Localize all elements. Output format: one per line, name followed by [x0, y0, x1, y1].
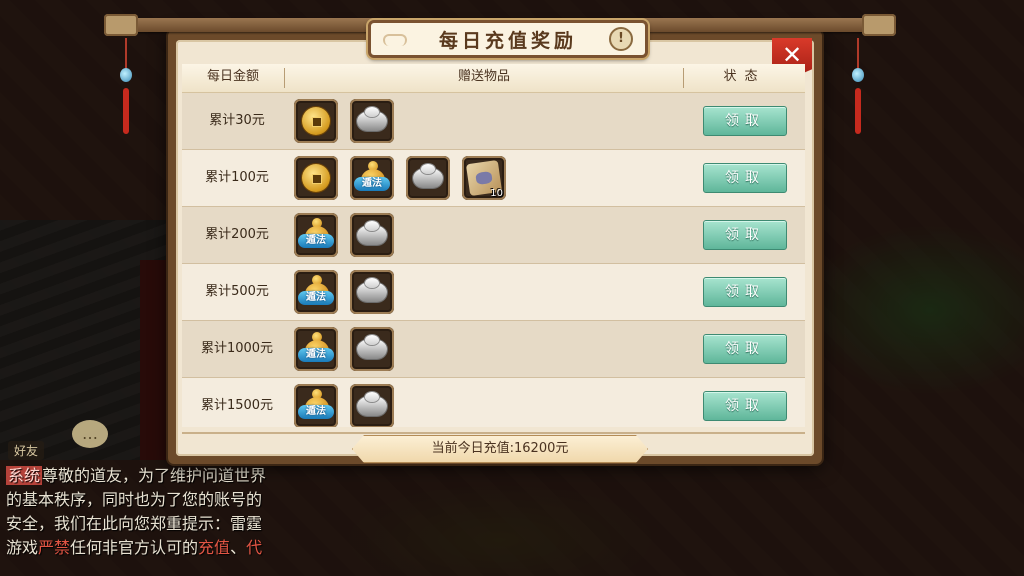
- gourd-label: 遁法: [298, 405, 334, 419]
- claim-button[interactable]: 领取: [703, 106, 787, 136]
- reward-item-gourd[interactable]: 遁法: [350, 156, 394, 200]
- reward-item-gourd[interactable]: 遁法: [294, 213, 338, 257]
- gourd-icon: 遁法: [298, 275, 334, 309]
- footer-divider: [182, 432, 805, 434]
- reward-item-silver[interactable]: [350, 327, 394, 371]
- silver-ingot-icon: [357, 335, 387, 359]
- reward-amount: 累计30元: [209, 113, 265, 128]
- table-header: 每日金额 赠送物品 状态: [182, 64, 805, 93]
- gourd-icon: 遁法: [298, 218, 334, 252]
- beam-end-right: [862, 14, 896, 36]
- reward-item-silver[interactable]: [350, 99, 394, 143]
- dialog-title: 每日充值奖励: [438, 29, 577, 52]
- chat-line-4b: 严禁: [38, 538, 71, 557]
- gourd-icon: 遁法: [298, 332, 334, 366]
- reward-row: 累计500元 遁法 领取: [182, 264, 805, 321]
- reward-items: 遁法: [294, 213, 394, 257]
- claim-button[interactable]: 领取: [703, 334, 787, 364]
- chat-line-1: 尊敬的道友，为了维护问道世界: [42, 466, 267, 485]
- header-gift-items: 赠送物品: [457, 69, 510, 84]
- tassel-right: [852, 38, 864, 138]
- gourd-icon: 遁法: [354, 161, 390, 195]
- reward-items: 遁法: [294, 384, 394, 427]
- reward-row: 累计100元 遁法 10 领取: [182, 150, 805, 207]
- reward-items: 遁法 10: [294, 156, 506, 200]
- gourd-label: 遁法: [354, 177, 390, 191]
- chat-tab-friends[interactable]: 好友: [8, 441, 45, 460]
- reward-items: [294, 99, 394, 143]
- reward-items: 遁法: [294, 327, 394, 371]
- copper-coin-icon: [302, 107, 330, 135]
- chat-line-4c: 任何非官方认可的: [70, 538, 199, 557]
- gourd-label: 遁法: [298, 348, 334, 362]
- reward-item-gourd[interactable]: 遁法: [294, 270, 338, 314]
- reward-item-silver[interactable]: [350, 213, 394, 257]
- claim-button[interactable]: 领取: [703, 391, 787, 421]
- chat-bubble-icon[interactable]: …: [72, 420, 108, 448]
- reward-row: 累计30元 领取: [182, 93, 805, 150]
- silver-ingot-icon: [357, 221, 387, 245]
- reward-row: 累计1000元 遁法 领取: [182, 321, 805, 378]
- cloud-ornament-left: [383, 34, 407, 46]
- reward-items: 遁法: [294, 270, 394, 314]
- header-status: 状态: [723, 69, 766, 84]
- reward-item-silver[interactable]: [350, 270, 394, 314]
- chat-line-4a: 游戏: [6, 538, 39, 557]
- claim-button[interactable]: 领取: [703, 277, 787, 307]
- silver-ingot-icon: [357, 107, 387, 131]
- reward-item-gourd[interactable]: 遁法: [294, 327, 338, 371]
- reward-item-gourd[interactable]: 遁法: [294, 384, 338, 427]
- reward-amount: 累计200元: [205, 227, 269, 242]
- chat-line-3: 安全，我们在此向您郑重提示：雷霆: [6, 514, 263, 533]
- chat-line-4d: 充值: [198, 538, 231, 557]
- current-recharge-label: 当前今日充值:16200元: [352, 435, 648, 463]
- chat-line-4e: 、: [230, 538, 247, 557]
- chat-message: 系统 尊敬的道友，为了维护问道世界 的基本秩序，同时也为了您的账号的 安全，我们在…: [6, 464, 306, 560]
- silver-ingot-icon: [357, 278, 387, 302]
- reward-amount: 累计1500元: [200, 398, 274, 413]
- copper-coin-icon: [302, 164, 330, 192]
- reward-item-coin[interactable]: [294, 156, 338, 200]
- gourd-label: 遁法: [298, 234, 334, 248]
- reward-row: 累计200元 遁法 领取: [182, 207, 805, 264]
- chat-line-2: 的基本秩序，同时也为了您的账号的: [6, 490, 263, 509]
- reward-amount: 累计100元: [205, 170, 269, 185]
- reward-amount: 累计500元: [205, 284, 269, 299]
- reward-item-scroll[interactable]: 10: [462, 156, 506, 200]
- info-icon[interactable]: !: [609, 27, 633, 51]
- reward-item-silver[interactable]: [350, 384, 394, 427]
- dialog-title-plaque: 每日充值奖励 !: [368, 20, 648, 58]
- silver-ingot-icon: [413, 164, 443, 188]
- silver-ingot-icon: [357, 392, 387, 416]
- chat-system-tag: 系统: [6, 466, 43, 485]
- gourd-label: 遁法: [298, 291, 334, 305]
- reward-item-coin[interactable]: [294, 99, 338, 143]
- reward-amount: 累计1000元: [200, 341, 274, 356]
- chat-line-4f: 代: [246, 538, 263, 557]
- header-daily-amount: 每日金额: [206, 69, 259, 84]
- beam-end-left: [104, 14, 138, 36]
- reward-row: 累计1500元 遁法 领取: [182, 378, 805, 427]
- item-quantity: 10: [490, 188, 503, 199]
- reward-item-silver[interactable]: [406, 156, 450, 200]
- reward-list[interactable]: 累计30元 领取 累计100元 遁法 10 领取 累计200元 遁法 领取 累计…: [182, 93, 805, 427]
- tassel-left: [120, 38, 132, 138]
- claim-button[interactable]: 领取: [703, 163, 787, 193]
- claim-button[interactable]: 领取: [703, 220, 787, 250]
- gourd-icon: 遁法: [298, 389, 334, 423]
